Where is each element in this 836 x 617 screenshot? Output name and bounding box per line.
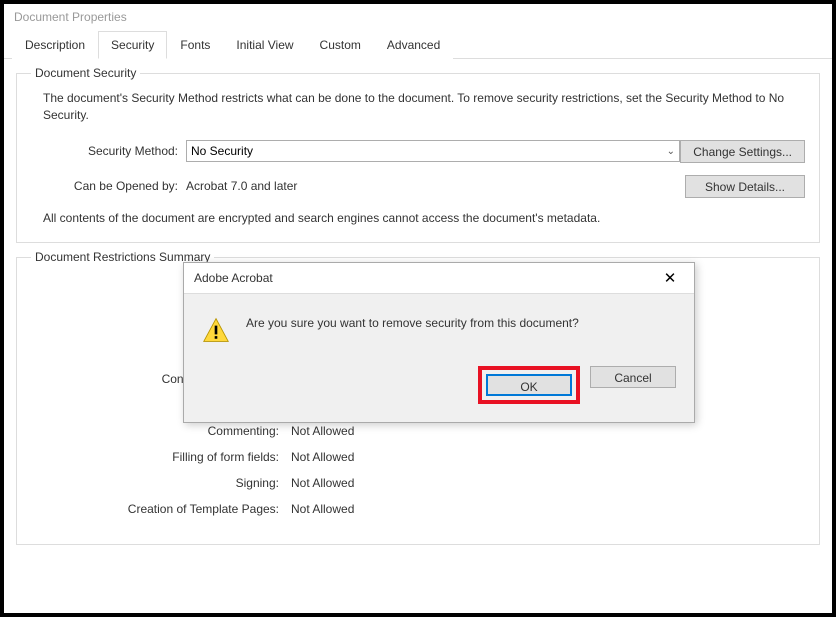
security-method-label: Security Method:: [31, 144, 186, 158]
document-security-legend: Document Security: [31, 66, 140, 80]
ok-button[interactable]: OK: [486, 374, 572, 396]
dialog-message: Are you sure you want to remove security…: [246, 316, 579, 344]
dialog-titlebar[interactable]: Adobe Acrobat ✕: [184, 263, 694, 294]
cancel-button[interactable]: Cancel: [590, 366, 676, 388]
tab-description[interactable]: Description: [12, 31, 98, 59]
tab-custom[interactable]: Custom: [307, 31, 374, 59]
document-security-group: Document Security The document's Securit…: [16, 73, 820, 243]
security-description: The document's Security Method restricts…: [43, 90, 805, 124]
tab-security[interactable]: Security: [98, 31, 167, 59]
restriction-label: Signing:: [31, 476, 291, 490]
confirm-dialog: Adobe Acrobat ✕ Are you sure you want to…: [183, 262, 695, 423]
tab-fonts[interactable]: Fonts: [167, 31, 223, 59]
close-icon[interactable]: ✕: [656, 269, 684, 287]
encryption-note: All contents of the document are encrypt…: [43, 210, 805, 227]
security-method-value: No Security: [191, 144, 253, 158]
chevron-down-icon: ⌄: [667, 146, 675, 157]
show-details-button[interactable]: Show Details...: [685, 175, 805, 198]
restriction-row: Commenting:Not Allowed: [31, 424, 805, 438]
restriction-row: Filling of form fields:Not Allowed: [31, 450, 805, 464]
restriction-row: Creation of Template Pages:Not Allowed: [31, 502, 805, 516]
opened-by-value: Acrobat 7.0 and later: [186, 179, 297, 193]
restriction-label: Commenting:: [31, 424, 291, 438]
tab-initial-view[interactable]: Initial View: [223, 31, 306, 59]
restriction-label: Filling of form fields:: [31, 450, 291, 464]
tabs: Description Security Fonts Initial View …: [4, 30, 832, 59]
change-settings-button[interactable]: Change Settings...: [680, 140, 805, 163]
restriction-value: Not Allowed: [291, 450, 354, 464]
restriction-label: Creation of Template Pages:: [31, 502, 291, 516]
restriction-row: Signing:Not Allowed: [31, 476, 805, 490]
restriction-value: Not Allowed: [291, 476, 354, 490]
tab-advanced[interactable]: Advanced: [374, 31, 453, 59]
window-title: Document Properties: [4, 4, 832, 30]
security-method-select[interactable]: No Security ⌄: [186, 140, 680, 162]
restriction-value: Not Allowed: [291, 502, 354, 516]
restriction-value: Not Allowed: [291, 424, 354, 438]
warning-icon: [202, 316, 230, 344]
ok-highlight: OK: [478, 366, 580, 404]
opened-by-label: Can be Opened by:: [31, 179, 186, 193]
dialog-title: Adobe Acrobat: [194, 271, 273, 285]
